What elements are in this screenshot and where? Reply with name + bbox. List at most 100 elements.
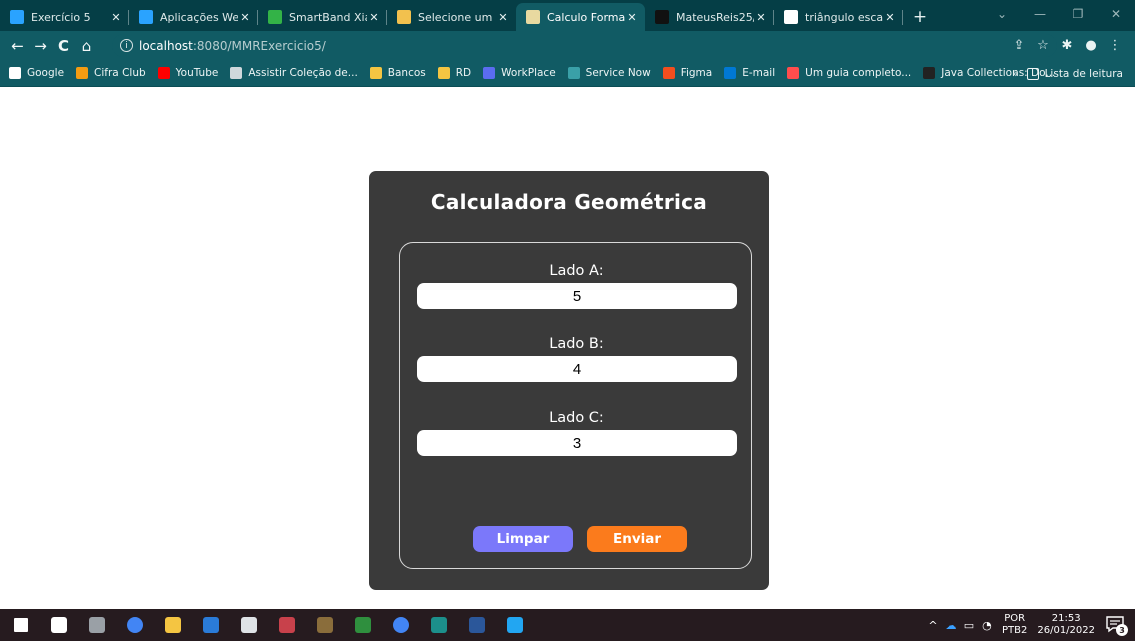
- app-icon[interactable]: [344, 609, 382, 641]
- chrome-icon[interactable]: [382, 609, 420, 641]
- forward-icon[interactable]: →: [29, 37, 52, 55]
- google-icon: [784, 10, 798, 24]
- bookmark-item[interactable]: Service Now: [567, 67, 651, 79]
- app-icon[interactable]: [192, 609, 230, 641]
- browser-tab[interactable]: Selecione um me✕: [387, 3, 516, 31]
- close-icon[interactable]: ✕: [625, 11, 639, 24]
- bookmark-label: Service Now: [585, 67, 651, 79]
- browser-tab[interactable]: MateusReis25/M✕: [645, 3, 774, 31]
- browser-tab[interactable]: SmartBand Xiaom✕: [258, 3, 387, 31]
- app-icon[interactable]: [268, 609, 306, 641]
- browser-tab[interactable]: Aplicações Web /✕: [129, 3, 258, 31]
- window-controls: ⌄ — ❐ ✕: [983, 0, 1135, 28]
- home-icon[interactable]: ⌂: [75, 37, 98, 55]
- git-icon[interactable]: [420, 609, 458, 641]
- language-bottom: PTB2: [1001, 625, 1028, 636]
- system-tray: ^ ☁ ▭ ◔ POR PTB2 21:53 26/01/2022 3: [924, 609, 1135, 641]
- clear-button[interactable]: Limpar: [473, 526, 573, 552]
- task-view-icon[interactable]: [40, 609, 78, 641]
- side-a-label: Lado A:: [549, 263, 604, 279]
- language-top: POR: [1004, 613, 1026, 624]
- browser-tab[interactable]: Calculo Formas G✕: [516, 3, 645, 31]
- tab-title: SmartBand Xiaom: [289, 10, 367, 24]
- amazon-icon: [397, 10, 411, 24]
- folder-icon: [437, 67, 450, 79]
- share-icon[interactable]: ⇪: [1007, 38, 1031, 53]
- profile-avatar[interactable]: ●: [1079, 38, 1103, 53]
- bookmark-item[interactable]: WorkPlace: [483, 67, 556, 79]
- bookmark-item[interactable]: RD: [437, 67, 471, 79]
- back-icon[interactable]: ←: [6, 37, 29, 55]
- chevron-up-icon[interactable]: ^: [924, 619, 942, 632]
- address-bar[interactable]: i localhost :8080/MMRExercicio5/: [112, 34, 1057, 57]
- app-glyph: [279, 617, 295, 633]
- reading-list-icon: [1026, 67, 1039, 80]
- bookmark-label: Figma: [680, 67, 713, 79]
- reading-list-label: Lista de leitura: [1044, 67, 1123, 80]
- address-path: :8080/MMRExercicio5/: [192, 38, 326, 53]
- language-indicator[interactable]: POR PTB2: [1002, 613, 1027, 637]
- clock[interactable]: 21:53 26/01/2022: [1037, 613, 1095, 637]
- side-a-input[interactable]: 5: [417, 283, 737, 309]
- bookmark-label: Um guia completo...: [805, 67, 912, 79]
- notification-center-icon[interactable]: 3: [1105, 614, 1128, 636]
- bookmark-item[interactable]: Cifra Club: [76, 67, 146, 79]
- start-icon[interactable]: [2, 609, 40, 641]
- app-icon[interactable]: [230, 609, 268, 641]
- close-icon[interactable]: ✕: [109, 11, 123, 24]
- bookmark-label: Assistir Coleção de...: [248, 67, 358, 79]
- app-glyph: [355, 617, 371, 633]
- bookmark-item[interactable]: Um guia completo...: [787, 67, 911, 79]
- bookmark-item[interactable]: E-mail: [724, 67, 775, 79]
- close-icon[interactable]: ✕: [367, 11, 381, 24]
- site-icon: [230, 67, 243, 79]
- browser-tab[interactable]: Exercício 5 ✕: [0, 3, 129, 31]
- side-b-input[interactable]: 4: [417, 356, 737, 382]
- file-explorer-icon[interactable]: [154, 609, 192, 641]
- more-bookmarks-icon[interactable]: »: [1012, 68, 1018, 80]
- workplace-icon: [483, 67, 496, 79]
- bookmark-item[interactable]: Bancos: [369, 67, 426, 79]
- side-c-input[interactable]: 3: [417, 430, 737, 456]
- bookmark-item[interactable]: YouTube: [157, 67, 218, 79]
- bookmark-item[interactable]: Assistir Coleção de...: [230, 67, 358, 79]
- battery-icon[interactable]: ▭: [960, 619, 978, 632]
- close-icon[interactable]: ✕: [754, 11, 768, 24]
- page-icon: [10, 10, 24, 24]
- close-window-icon[interactable]: ✕: [1097, 7, 1135, 21]
- word-icon[interactable]: [458, 609, 496, 641]
- wifi-icon[interactable]: ◔: [978, 619, 996, 632]
- notification-badge: 3: [1116, 624, 1128, 636]
- new-tab-button[interactable]: +: [907, 3, 933, 31]
- chrome-icon[interactable]: [116, 609, 154, 641]
- browser-tab[interactable]: triângulo escalen✕: [774, 3, 903, 31]
- form-container: Lado A: 5 Lado B: 4 Lado C: 3 Limpar Env…: [399, 242, 752, 569]
- restore-icon[interactable]: ❐: [1059, 7, 1097, 21]
- reading-list-button[interactable]: Lista de leitura: [1026, 67, 1123, 80]
- task-view-glyph: [51, 617, 67, 633]
- terminal-icon[interactable]: [78, 609, 116, 641]
- bookmark-label: Bancos: [387, 67, 426, 79]
- site-icon: [923, 67, 936, 79]
- cloud-icon[interactable]: ☁: [942, 619, 960, 632]
- site-info-icon[interactable]: i: [120, 39, 133, 52]
- tab-search-icon[interactable]: ⌄: [983, 7, 1021, 21]
- side-b-label: Lado B:: [549, 336, 604, 352]
- bookmark-label: WorkPlace: [501, 67, 556, 79]
- reload-icon[interactable]: C: [52, 37, 75, 55]
- bookmark-star-icon[interactable]: ☆: [1031, 38, 1055, 53]
- extensions-icon[interactable]: ✱: [1055, 38, 1079, 53]
- bookmark-item[interactable]: Google: [9, 67, 64, 79]
- app-icon[interactable]: [306, 609, 344, 641]
- close-icon[interactable]: ✕: [496, 11, 510, 24]
- tab-title: MateusReis25/M: [676, 10, 754, 24]
- bookmark-item[interactable]: Figma: [662, 67, 713, 79]
- minimize-icon[interactable]: —: [1021, 7, 1059, 21]
- submit-button[interactable]: Enviar: [587, 526, 687, 552]
- menu-icon[interactable]: ⋮: [1103, 38, 1127, 53]
- vscode-icon[interactable]: [496, 609, 534, 641]
- file-explorer-glyph: [165, 617, 181, 633]
- site-icon: [268, 10, 282, 24]
- close-icon[interactable]: ✕: [238, 11, 252, 24]
- close-icon[interactable]: ✕: [883, 11, 897, 24]
